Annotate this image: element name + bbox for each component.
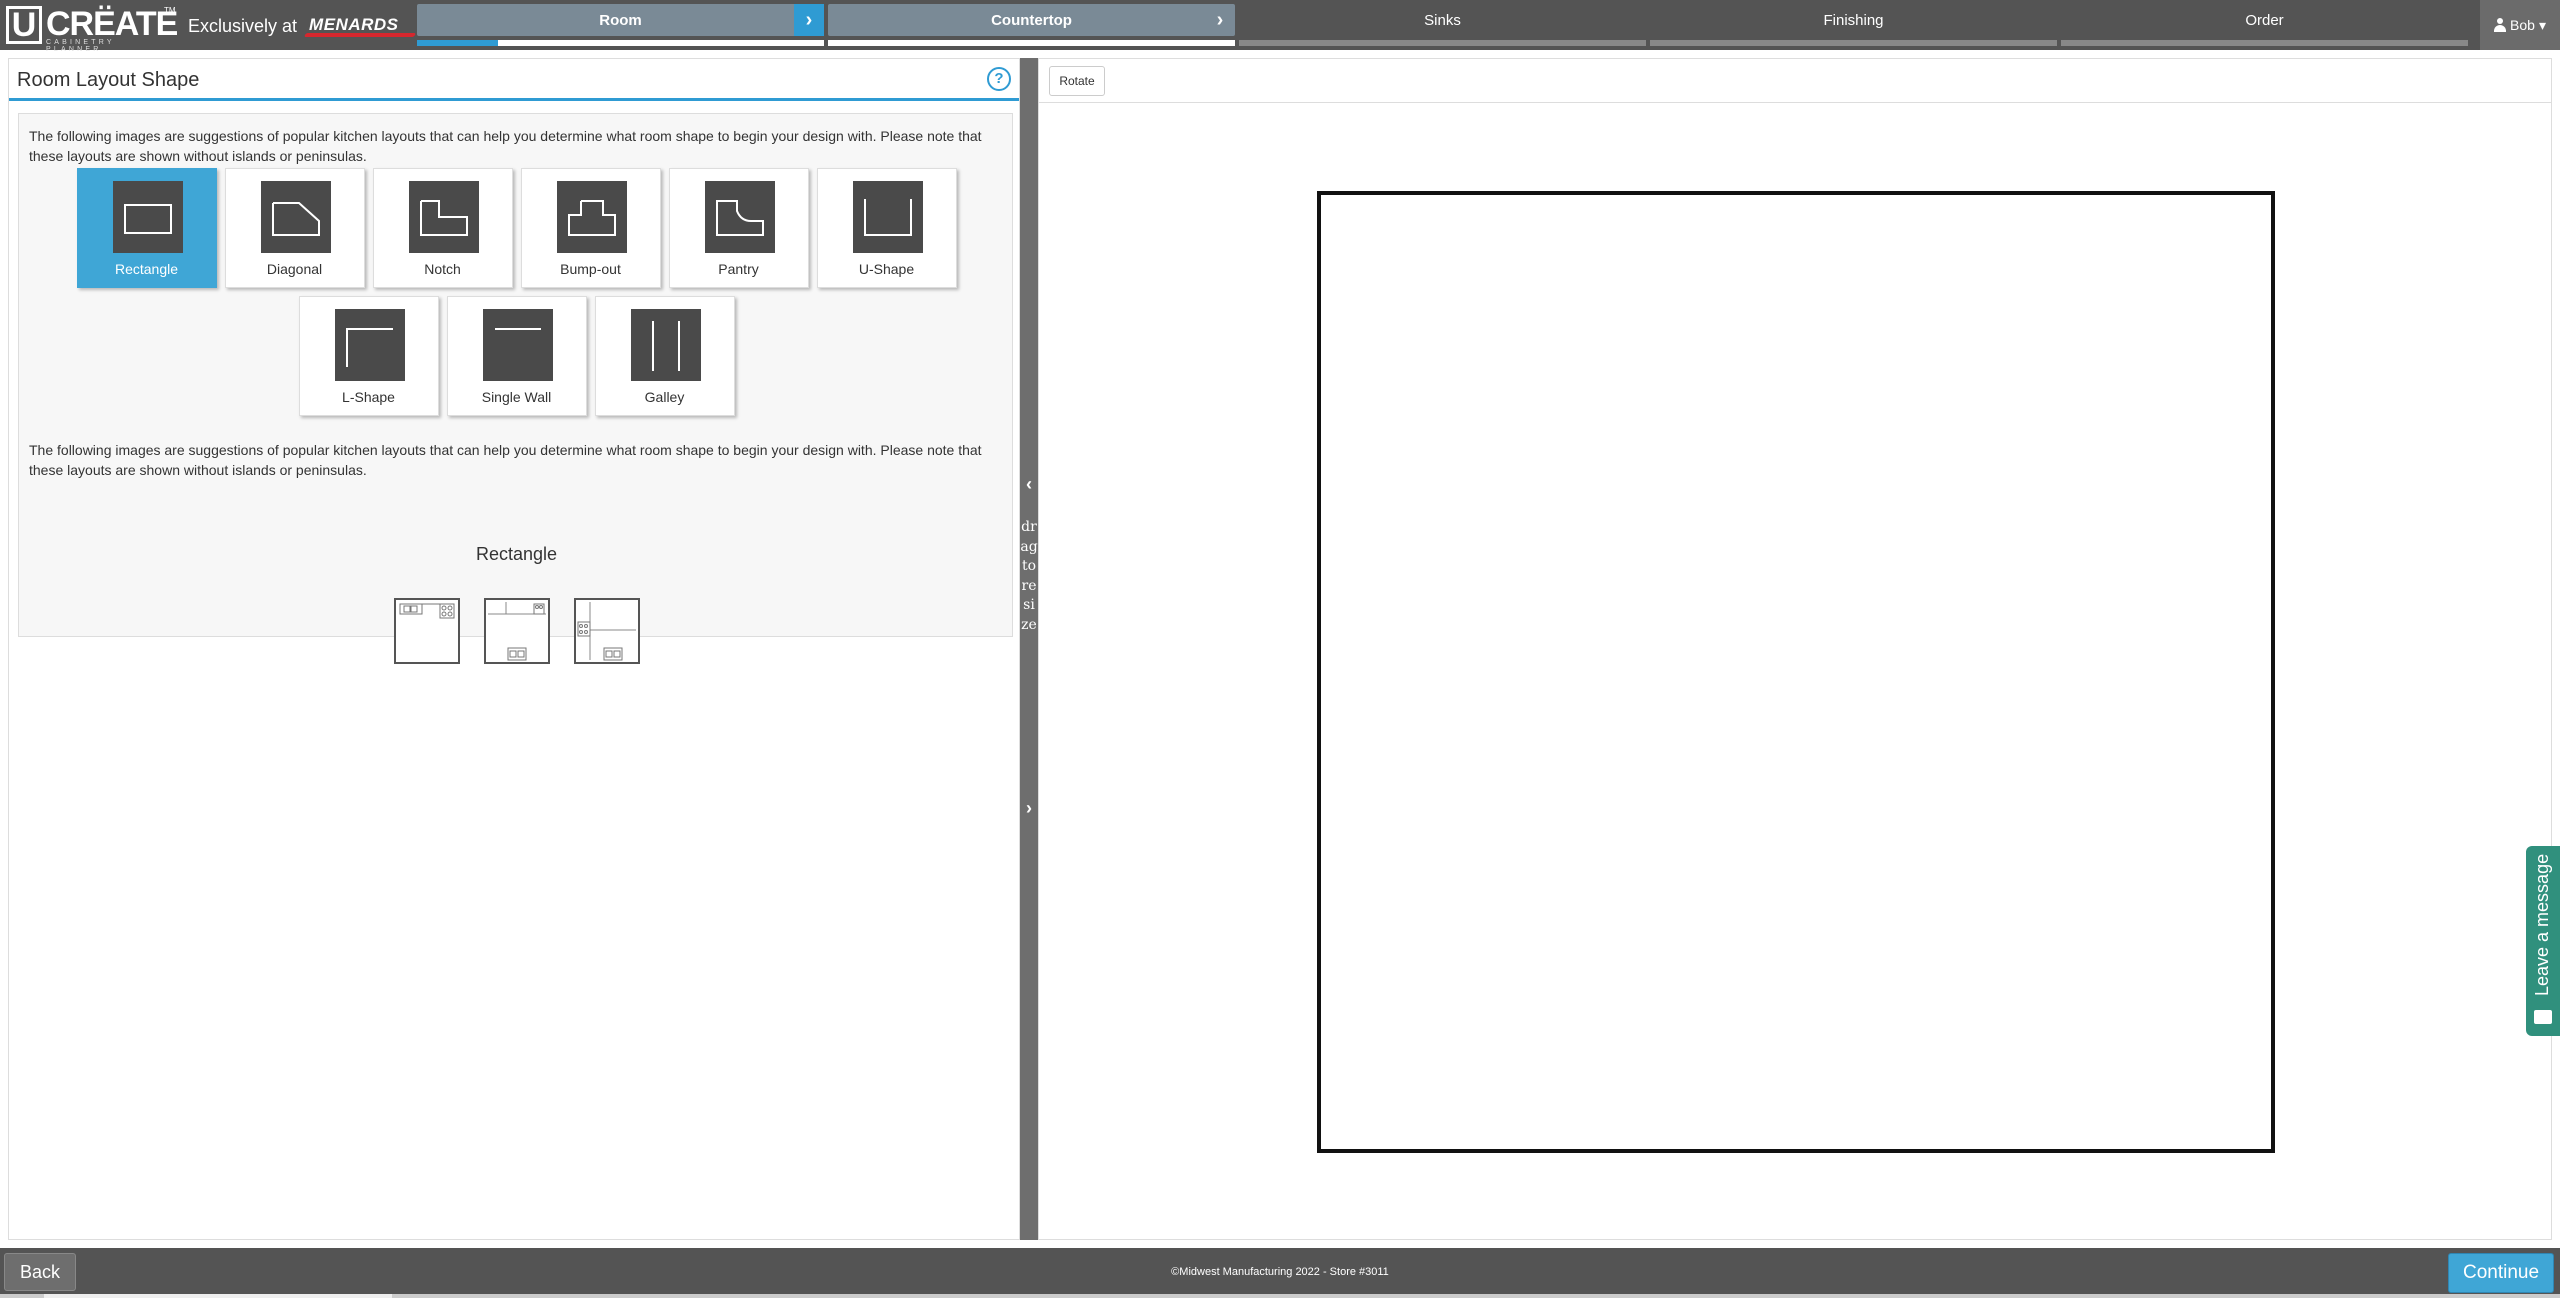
step-countertop-label: Countertop — [828, 4, 1235, 36]
footer-bar: Back ©Midwest Manufacturing 2022 - Store… — [0, 1248, 2560, 1298]
shape-tile-pantry[interactable]: Pantry — [668, 168, 809, 288]
room-layout-panel: Room Layout Shape ? The following images… — [8, 58, 1020, 1240]
menards-text: MENARDS — [309, 15, 399, 34]
step-room-label: Room — [417, 4, 824, 36]
layout-preview-3[interactable] — [573, 598, 640, 664]
shape-tile-u-shape[interactable]: U-Shape — [816, 168, 957, 288]
exclusively-text: Exclusively at — [188, 15, 298, 36]
step-room[interactable]: Room › — [415, 4, 826, 46]
layout-previews — [19, 598, 1014, 664]
step-sinks-progress — [1239, 40, 1646, 46]
panel-header: Room Layout Shape ? — [9, 59, 1019, 101]
single-wall-icon — [482, 309, 553, 381]
logo-text: CRËATE — [46, 5, 178, 43]
rectangle-icon — [112, 181, 183, 253]
step-countertop[interactable]: Countertop › — [826, 4, 1237, 46]
step-sinks-label: Sinks — [1424, 11, 1461, 29]
shape-label: U-Shape — [858, 261, 915, 277]
step-finishing-progress — [1650, 40, 2057, 46]
menards-swoosh — [303, 33, 417, 37]
step-order[interactable]: Order — [2059, 4, 2470, 46]
layout-description-2: The following images are suggestions of … — [29, 442, 982, 478]
scrollbar-thumb[interactable] — [44, 1294, 392, 1298]
pantry-icon — [704, 181, 775, 253]
shape-tile-rectangle[interactable]: Rectangle — [76, 168, 217, 288]
leave-message-label: Leave a message — [2532, 853, 2552, 996]
user-name: Bob — [2510, 17, 2535, 33]
shape-tile-notch[interactable]: Notch — [372, 168, 513, 288]
room-canvas-panel: Rotate — [1038, 58, 2552, 1240]
drag-to-resize-text: drag to resize — [1020, 519, 1038, 633]
shape-tile-galley[interactable]: Galley — [594, 296, 735, 416]
step-order-label: Order — [2245, 11, 2284, 29]
step-room-progress-fill — [417, 40, 499, 46]
l-shape-icon — [334, 309, 405, 381]
shape-tile-l-shape[interactable]: L-Shape — [298, 296, 439, 416]
shape-label: Rectangle — [114, 261, 179, 277]
step-navigation: Room › Countertop › Sinks Finishing Orde… — [415, 4, 2470, 46]
shape-label: Single Wall — [481, 389, 552, 405]
shape-label: Bump-out — [560, 261, 621, 277]
shape-row-1: Rectangle Diagonal Notch Bump-out Pantry… — [19, 168, 1014, 288]
continue-button[interactable]: Continue — [2448, 1253, 2554, 1293]
galley-icon — [630, 309, 701, 381]
step-finishing-label: Finishing — [1823, 11, 1884, 29]
horizontal-scrollbar[interactable] — [0, 1294, 2560, 1298]
selected-shape-title: Rectangle — [475, 544, 558, 564]
notch-icon — [408, 181, 479, 253]
chevron-right-icon[interactable]: › — [1205, 4, 1235, 36]
canvas-toolbar: Rotate — [1039, 59, 2551, 103]
shape-label: Galley — [644, 389, 685, 405]
shape-row-2: L-Shape Single Wall Galley — [19, 296, 1014, 416]
shape-label: L-Shape — [342, 389, 395, 405]
bump-out-icon — [556, 181, 627, 253]
shape-label: Diagonal — [266, 261, 323, 277]
rotate-button[interactable]: Rotate — [1049, 66, 1105, 96]
shape-tile-bump-out[interactable]: Bump-out — [520, 168, 661, 288]
layout-description: The following images are suggestions of … — [29, 128, 982, 164]
step-room-progress — [417, 40, 824, 46]
panel-title: Room Layout Shape — [17, 69, 200, 91]
resize-splitter[interactable]: ‹ drag to resize › — [1020, 58, 1038, 1240]
step-countertop-progress — [828, 40, 1235, 46]
copyright-text: ©Midwest Manufacturing 2022 - Store #301… — [1171, 1266, 1389, 1278]
user-menu[interactable]: Bob ▾ — [2480, 0, 2560, 50]
top-bar: U CRËATE TM CABINETRY PLANNER Exclusivel… — [0, 0, 2560, 53]
layout-content: The following images are suggestions of … — [18, 113, 1014, 664]
menards-logo: MENARDS — [303, 11, 417, 41]
layout-preview-1[interactable] — [393, 598, 460, 664]
leave-message-tab[interactable]: Leave a message — [2526, 846, 2560, 1036]
chat-bubble-icon — [2534, 1010, 2552, 1024]
caret-down-icon: ▾ — [2538, 16, 2546, 33]
help-icon[interactable]: ? — [987, 67, 1011, 91]
shape-label: Pantry — [718, 261, 759, 277]
user-icon — [2494, 18, 2507, 32]
chevron-left-icon[interactable]: ‹ — [1020, 474, 1038, 495]
brand: U CRËATE TM CABINETRY PLANNER Exclusivel… — [4, 4, 417, 53]
shape-tile-diagonal[interactable]: Diagonal — [224, 168, 365, 288]
shape-label: Notch — [424, 261, 461, 277]
shape-tile-single-wall[interactable]: Single Wall — [446, 296, 587, 416]
logo-letter: U — [6, 6, 42, 44]
chevron-right-icon[interactable]: › — [1020, 798, 1038, 819]
room-outline[interactable] — [1317, 191, 2275, 1153]
u-shape-icon — [852, 181, 923, 253]
diagonal-icon — [260, 181, 331, 253]
chevron-right-icon[interactable]: › — [794, 4, 824, 36]
logo-subtitle: CABINETRY PLANNER — [46, 39, 115, 53]
logo-tm: TM — [164, 6, 176, 15]
layout-preview-2[interactable] — [483, 598, 550, 664]
step-sinks[interactable]: Sinks — [1237, 4, 1648, 46]
step-order-progress — [2061, 40, 2468, 46]
step-finishing[interactable]: Finishing — [1648, 4, 2059, 46]
ucreate-logo[interactable]: U CRËATE TM CABINETRY PLANNER — [4, 4, 178, 53]
